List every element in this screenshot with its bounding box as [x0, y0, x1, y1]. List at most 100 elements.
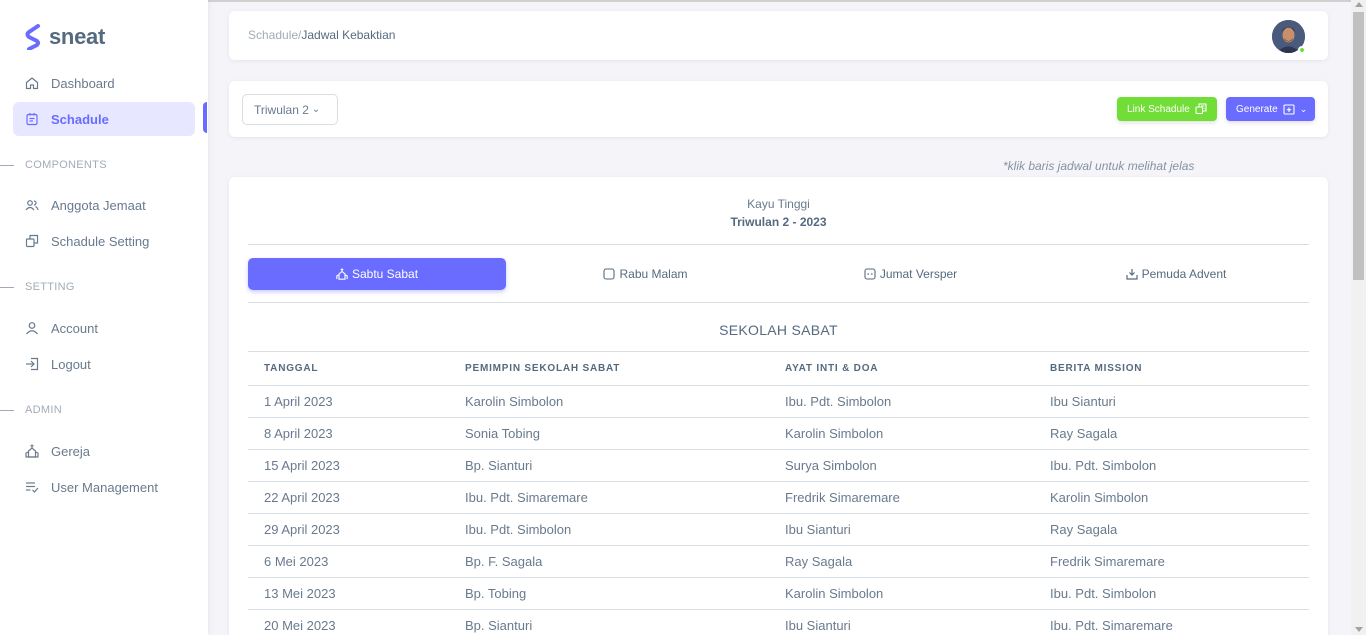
sidebar-item-anggota-jemaat[interactable]: Anggota Jemaat: [13, 188, 195, 222]
column-header[interactable]: PEMIMPIN SEKOLAH SABAT: [449, 351, 769, 386]
cell-leader: Ibu. Pdt. Simbolon: [449, 513, 769, 546]
generate-label: Generate: [1236, 103, 1278, 115]
column-header[interactable]: BERITA MISSION: [1034, 351, 1309, 386]
cell-leader: Bp. Sianturi: [449, 609, 769, 635]
tab-jumat-versper[interactable]: Jumat Versper: [778, 258, 1043, 290]
breadcrumb-parent[interactable]: Schadule/: [248, 28, 301, 42]
copy-icon: [1195, 103, 1207, 115]
calendar-icon: [25, 112, 39, 126]
chevron-down-icon: ⌄: [311, 104, 321, 115]
cell-date: 6 Mei 2023: [248, 545, 449, 578]
cell-mission: Karolin Simbolon: [1034, 481, 1309, 514]
table-row[interactable]: 15 April 2023 Bp. Sianturi Surya Simbolo…: [248, 449, 1309, 482]
cell-verse-prayer: Ibu. Pdt. Simbolon: [769, 385, 1034, 418]
sidebar-item-label: Account: [51, 320, 98, 336]
table-header-row: TANGGAL PEMIMPIN SEKOLAH SABAT AYAT INTI…: [248, 351, 1309, 386]
breadcrumb: Schadule/Jadwal Kebaktian: [248, 28, 395, 42]
cell-mission: Ibu Sianturi: [1034, 385, 1309, 418]
tab-sabtu-sabat[interactable]: Sabtu Sabat: [248, 258, 506, 290]
sidebar-item-label: Schadule Setting: [51, 233, 150, 249]
square-icon: [603, 268, 616, 280]
table-row[interactable]: 8 April 2023 Sonia Tobing Karolin Simbol…: [248, 417, 1309, 450]
sidebar-item-schadule-setting[interactable]: Schadule Setting: [13, 224, 195, 258]
cell-verse-prayer: Karolin Simbolon: [769, 417, 1034, 450]
sidebar-item-label: Anggota Jemaat: [51, 197, 146, 213]
cell-leader: Sonia Tobing: [449, 417, 769, 450]
home-icon: [25, 76, 39, 90]
cell-date: 29 April 2023: [248, 513, 449, 546]
table-hint-text: *klik baris jadwal untuk melihat jelas: [1003, 159, 1195, 173]
cell-mission: Ray Sagala: [1034, 513, 1309, 546]
tab-rabu-malam[interactable]: Rabu Malam: [513, 258, 778, 290]
section-header-components: COMPONENTS: [0, 159, 107, 171]
tab-pemuda-advent[interactable]: Pemuda Advent: [1043, 258, 1309, 290]
brand-name: sneat: [49, 24, 105, 49]
cell-mission: Ray Sagala: [1034, 417, 1309, 450]
breadcrumb-current: Jadwal Kebaktian: [301, 28, 396, 42]
cell-verse-prayer: Surya Simbolon: [769, 449, 1034, 482]
page-scrollbar[interactable]: [1351, 0, 1366, 635]
link-schadule-label: Link Schadule: [1127, 103, 1190, 115]
table-row[interactable]: 20 Mei 2023 Bp. Sianturi Ibu Sianturi Ib…: [248, 609, 1309, 635]
cell-leader: Bp. Tobing: [449, 577, 769, 610]
scroll-down-arrow[interactable]: [1355, 627, 1363, 632]
table-row[interactable]: 29 April 2023 Ibu. Pdt. Simbolon Ibu Sia…: [248, 513, 1309, 546]
download-icon: [1126, 268, 1138, 280]
cell-mission: Ibu. Pdt. Simbolon: [1034, 577, 1309, 610]
sidebar-item-schadule[interactable]: Schadule: [13, 102, 195, 136]
sidebar-item-label: Schadule: [51, 111, 109, 127]
cell-leader: Ibu. Pdt. Simaremare: [449, 481, 769, 514]
sidebar-item-user-management[interactable]: User Management: [13, 470, 195, 504]
period-title: Triwulan 2 - 2023: [730, 215, 827, 229]
cell-mission: Ibu. Pdt. Simbolon: [1034, 449, 1309, 482]
sidebar-item-account[interactable]: Account: [13, 311, 195, 345]
user-icon: [25, 321, 39, 335]
tab-label: Sabtu Sabat: [351, 267, 419, 281]
online-status-dot: [1298, 46, 1306, 54]
logout-icon: [25, 357, 39, 371]
generate-button[interactable]: Generate ⌄: [1226, 97, 1315, 121]
column-header[interactable]: AYAT INTI & DOA: [769, 351, 1034, 386]
sidebar-item-gereja[interactable]: Gereja: [13, 434, 195, 468]
cell-date: 13 Mei 2023: [248, 577, 449, 610]
column-header[interactable]: TANGGAL: [248, 351, 449, 386]
table-row[interactable]: 1 April 2023 Karolin Simbolon Ibu. Pdt. …: [248, 385, 1309, 418]
cell-verse-prayer: Ibu Sianturi: [769, 609, 1034, 635]
tab-label: Jumat Versper: [879, 267, 958, 281]
church-icon: [25, 444, 39, 458]
top-navbar: Schadule/Jadwal Kebaktian: [229, 11, 1328, 60]
add-calendar-icon: [1283, 103, 1295, 115]
copy-icon: [25, 234, 39, 248]
cell-verse-prayer: Fredrik Simaremare: [769, 481, 1034, 514]
tab-label: Rabu Malam: [619, 267, 688, 281]
sidebar-item-logout[interactable]: Logout: [13, 347, 195, 381]
cell-date: 8 April 2023: [248, 417, 449, 450]
table-row[interactable]: 6 Mei 2023 Bp. F. Sagala Ray Sagala Fred…: [248, 545, 1309, 578]
brand-logo[interactable]: sneat: [25, 24, 105, 50]
cell-date: 1 April 2023: [248, 385, 449, 418]
scrollbar-thumb[interactable]: [1353, 12, 1364, 280]
table-row[interactable]: 13 Mei 2023 Bp. Tobing Karolin Simbolon …: [248, 577, 1309, 610]
chevron-down-icon: ⌄: [1299, 103, 1308, 114]
sidebar: sneat Dashboard Schadule COMPONENTS Angg…: [0, 0, 208, 635]
link-schadule-button[interactable]: Link Schadule: [1117, 97, 1217, 121]
face-icon: [864, 268, 876, 280]
sidebar-item-label: Gereja: [51, 443, 91, 459]
section-title: SEKOLAH SABAT: [719, 322, 838, 338]
cell-mission: Fredrik Simaremare: [1034, 545, 1309, 578]
users-icon: [25, 198, 39, 212]
scroll-up-arrow[interactable]: [1355, 2, 1363, 7]
cell-verse-prayer: Karolin Simbolon: [769, 577, 1034, 610]
filter-bar: Triwulan 2 ⌄ Link Schadule Generate ⌄: [229, 81, 1328, 137]
avatar[interactable]: [1272, 20, 1306, 54]
cell-leader: Karolin Simbolon: [449, 385, 769, 418]
cell-mission: Ibu. Pdt. Simaremare: [1034, 609, 1309, 635]
sidebar-item-dashboard[interactable]: Dashboard: [13, 66, 195, 100]
table-row[interactable]: 22 April 2023 Ibu. Pdt. Simaremare Fredr…: [248, 481, 1309, 514]
cell-leader: Bp. Sianturi: [449, 449, 769, 482]
quarter-select[interactable]: Triwulan 2 ⌄: [242, 94, 338, 125]
section-header-setting: SETTING: [0, 281, 75, 293]
tab-label: Pemuda Advent: [1141, 267, 1227, 281]
cell-date: 20 Mei 2023: [248, 609, 449, 635]
quarter-select-value: Triwulan 2: [254, 102, 309, 117]
